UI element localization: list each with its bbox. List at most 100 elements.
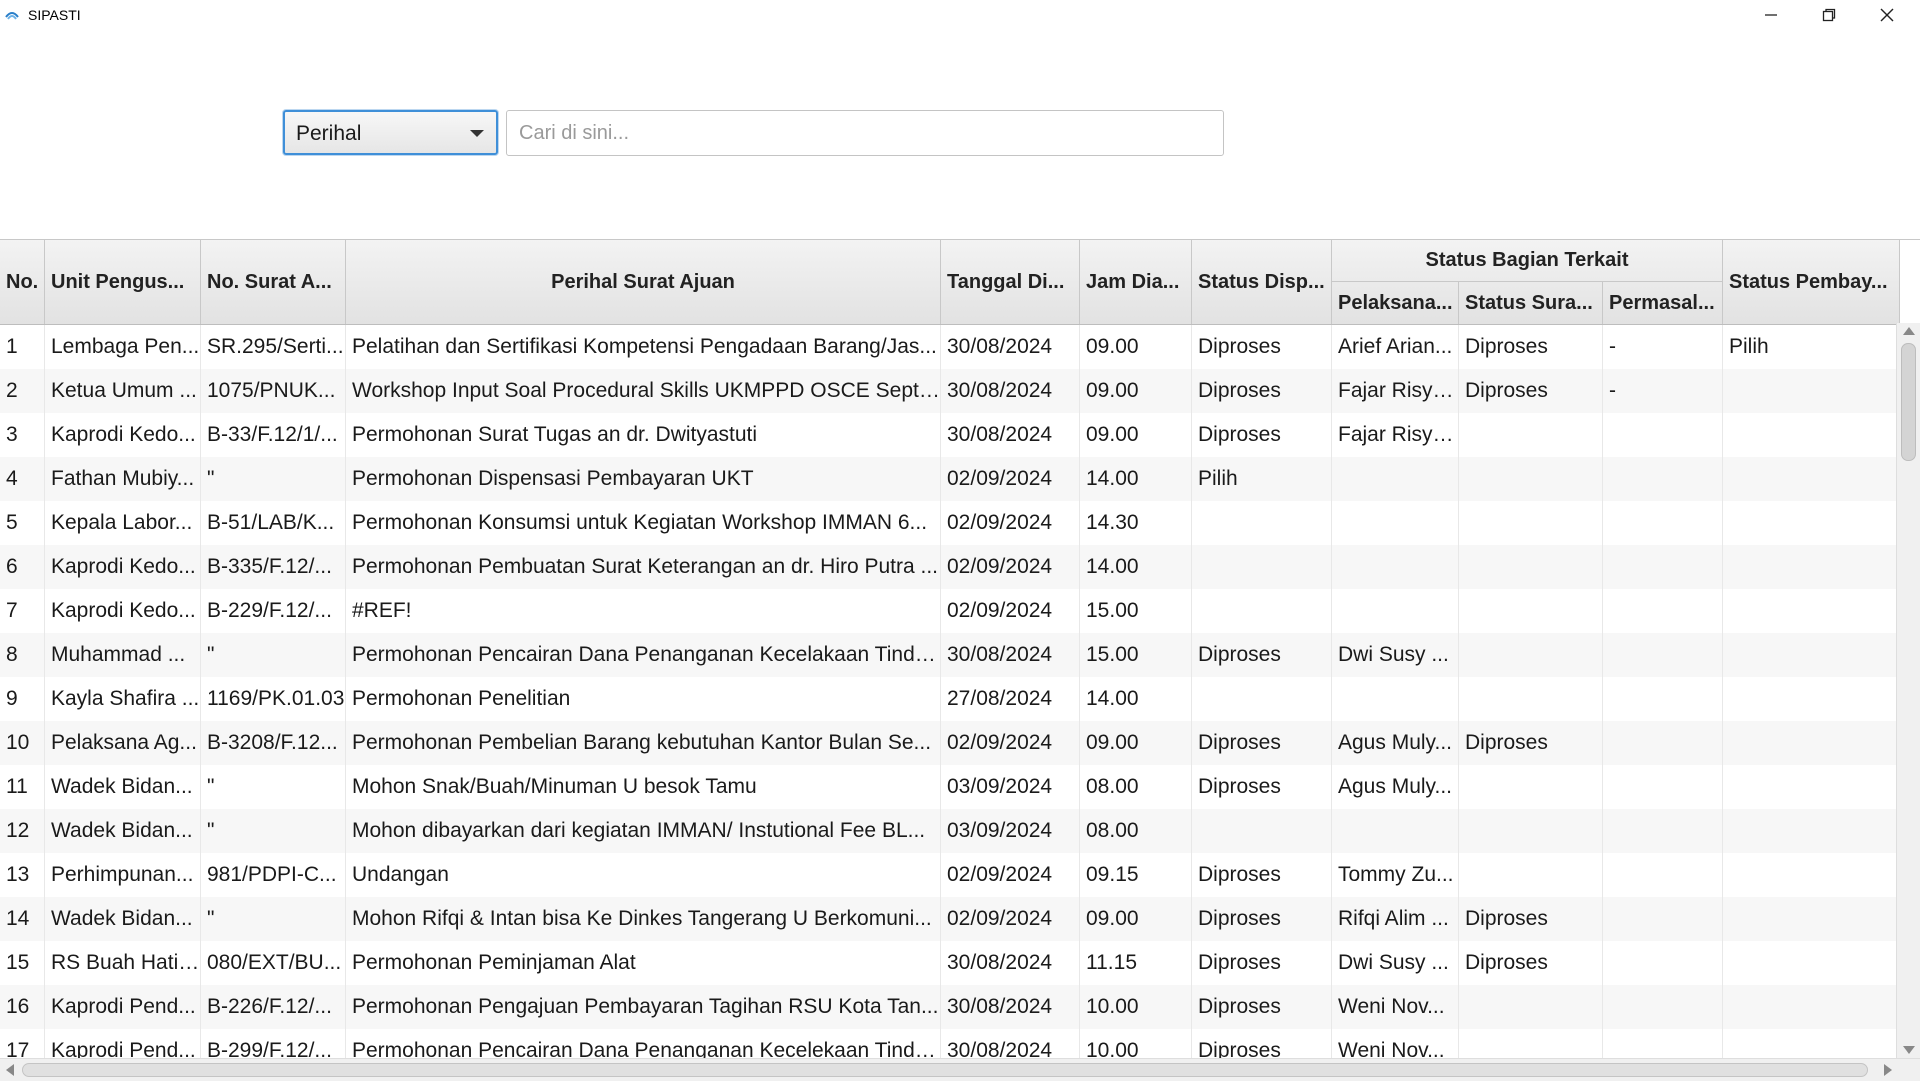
cell-pelaksana[interactable]: Tommy Zu... <box>1332 853 1459 897</box>
cell-pelaksana[interactable] <box>1332 589 1459 633</box>
cell-permasalahan[interactable] <box>1603 985 1723 1029</box>
cell-no-surat[interactable]: 981/PDPI-C... <box>201 853 346 897</box>
cell-pelaksana[interactable]: Dwi Susy ... <box>1332 633 1459 677</box>
cell-perihal[interactable]: Permohonan Peminjaman Alat <box>346 941 941 985</box>
table-row[interactable]: 8 Muhammad ... " Permohonan Pencairan Dana … <box>0 633 1900 678</box>
cell-no[interactable]: 11 <box>0 765 45 809</box>
horizontal-scroll-thumb[interactable] <box>22 1063 1868 1077</box>
cell-status-pembayaran[interactable] <box>1723 545 1900 589</box>
cell-status-pembayaran[interactable] <box>1723 941 1900 985</box>
cell-permasalahan[interactable] <box>1603 677 1723 721</box>
cell-no[interactable]: 7 <box>0 589 45 633</box>
cell-perihal[interactable]: Undangan <box>346 853 941 897</box>
cell-jam[interactable]: 15.00 <box>1080 633 1192 677</box>
cell-perihal[interactable]: Mohon Rifqi & Intan bisa Ke Dinkes Tange… <box>346 897 941 941</box>
cell-status-disp[interactable]: Diproses <box>1192 897 1332 941</box>
cell-no-surat[interactable]: 080/EXT/BU... <box>201 941 346 985</box>
cell-permasalahan[interactable]: - <box>1603 369 1723 413</box>
col-header-status-pembayaran[interactable]: Status Pembay... <box>1723 240 1900 324</box>
cell-unit[interactable]: Muhammad ... <box>45 633 201 677</box>
search-input[interactable] <box>506 110 1224 156</box>
cell-no[interactable]: 3 <box>0 413 45 457</box>
cell-unit[interactable]: Kepala Labor... <box>45 501 201 545</box>
cell-pelaksana[interactable] <box>1332 809 1459 853</box>
cell-perihal[interactable]: Mohon dibayarkan dari kegiatan IMMAN/ In… <box>346 809 941 853</box>
cell-status-surat[interactable] <box>1459 589 1603 633</box>
cell-status-surat[interactable] <box>1459 501 1603 545</box>
cell-pelaksana[interactable]: Arief Arian... <box>1332 325 1459 369</box>
cell-status-surat[interactable] <box>1459 765 1603 809</box>
cell-no-surat[interactable]: B-335/F.12/... <box>201 545 346 589</box>
cell-status-pembayaran[interactable] <box>1723 369 1900 413</box>
cell-pelaksana[interactable]: Rifqi Alim ... <box>1332 897 1459 941</box>
cell-status-pembayaran[interactable] <box>1723 413 1900 457</box>
cell-status-pembayaran[interactable] <box>1723 985 1900 1029</box>
table-row[interactable]: 13 Perhimpunan... 981/PDPI-C... Undangan 02/… <box>0 853 1900 898</box>
cell-tanggal[interactable]: 02/09/2024 <box>941 501 1080 545</box>
cell-no-surat[interactable]: B-33/F.12/1/... <box>201 413 346 457</box>
table-row[interactable]: 3 Kaprodi Kedo... B-33/F.12/1/... Permohona… <box>0 413 1900 458</box>
cell-tanggal[interactable]: 02/09/2024 <box>941 457 1080 501</box>
col-header-unit[interactable]: Unit Pengus... <box>45 240 201 324</box>
cell-jam[interactable]: 14.00 <box>1080 545 1192 589</box>
cell-permasalahan[interactable] <box>1603 897 1723 941</box>
scroll-right-icon[interactable] <box>1884 1064 1892 1076</box>
cell-pelaksana[interactable]: Dwi Susy ... <box>1332 941 1459 985</box>
cell-no[interactable]: 1 <box>0 325 45 369</box>
cell-permasalahan[interactable] <box>1603 589 1723 633</box>
cell-pelaksana[interactable]: Fajar Risya... <box>1332 369 1459 413</box>
cell-unit[interactable]: Kaprodi Kedo... <box>45 589 201 633</box>
table-row[interactable]: 16 Kaprodi Pend... B-226/F.12/... Permohona… <box>0 985 1900 1030</box>
cell-no[interactable]: 10 <box>0 721 45 765</box>
cell-tanggal[interactable]: 03/09/2024 <box>941 765 1080 809</box>
cell-status-disp[interactable] <box>1192 589 1332 633</box>
cell-no-surat[interactable]: 1169/PK.01.03 <box>201 677 346 721</box>
cell-perihal[interactable]: Permohonan Surat Tugas an dr. Dwityastut… <box>346 413 941 457</box>
cell-permasalahan[interactable] <box>1603 545 1723 589</box>
cell-status-disp[interactable]: Diproses <box>1192 413 1332 457</box>
cell-no[interactable]: 5 <box>0 501 45 545</box>
cell-status-surat[interactable] <box>1459 633 1603 677</box>
cell-unit[interactable]: Wadek Bidan... <box>45 897 201 941</box>
cell-perihal[interactable]: Mohon Snak/Buah/Minuman U besok Tamu <box>346 765 941 809</box>
cell-unit[interactable]: Kaprodi Kedo... <box>45 545 201 589</box>
cell-no[interactable]: 13 <box>0 853 45 897</box>
cell-no-surat[interactable]: 1075/PNUK... <box>201 369 346 413</box>
cell-status-surat[interactable] <box>1459 809 1603 853</box>
cell-status-surat[interactable] <box>1459 985 1603 1029</box>
cell-unit[interactable]: RS Buah Hati ... <box>45 941 201 985</box>
cell-jam[interactable]: 10.00 <box>1080 985 1192 1029</box>
cell-tanggal[interactable]: 30/08/2024 <box>941 941 1080 985</box>
cell-perihal[interactable]: Permohonan Dispensasi Pembayaran UKT <box>346 457 941 501</box>
cell-jam[interactable]: 14.00 <box>1080 677 1192 721</box>
cell-status-pembayaran[interactable] <box>1723 897 1900 941</box>
cell-status-surat[interactable] <box>1459 545 1603 589</box>
cell-status-surat[interactable]: Diproses <box>1459 369 1603 413</box>
cell-jam[interactable]: 14.30 <box>1080 501 1192 545</box>
cell-permasalahan[interactable]: - <box>1603 325 1723 369</box>
cell-status-pembayaran[interactable] <box>1723 677 1900 721</box>
cell-status-surat[interactable] <box>1459 457 1603 501</box>
cell-permasalahan[interactable] <box>1603 721 1723 765</box>
table-row[interactable]: 14 Wadek Bidan... " Mohon Rifqi & Intan bis… <box>0 897 1900 942</box>
cell-perihal[interactable]: Permohonan Pembelian Barang kebutuhan Ka… <box>346 721 941 765</box>
cell-perihal[interactable]: Permohonan Pengajuan Pembayaran Tagihan … <box>346 985 941 1029</box>
restore-button[interactable] <box>1800 0 1858 30</box>
cell-pelaksana[interactable]: Agus Muly... <box>1332 721 1459 765</box>
cell-jam[interactable]: 09.00 <box>1080 897 1192 941</box>
cell-perihal[interactable]: Permohonan Konsumsi untuk Kegiatan Works… <box>346 501 941 545</box>
cell-status-surat[interactable] <box>1459 677 1603 721</box>
cell-jam[interactable]: 09.15 <box>1080 853 1192 897</box>
cell-status-surat[interactable]: Diproses <box>1459 721 1603 765</box>
cell-no-surat[interactable]: B-3208/F.12... <box>201 721 346 765</box>
table-row[interactable]: 4 Fathan Mubiy... " Permohonan Dispensasi P… <box>0 457 1900 502</box>
cell-permasalahan[interactable] <box>1603 501 1723 545</box>
vertical-scroll-thumb[interactable] <box>1901 343 1916 461</box>
cell-status-pembayaran[interactable]: Pilih <box>1723 325 1900 369</box>
cell-jam[interactable]: 09.00 <box>1080 721 1192 765</box>
cell-unit[interactable]: Kaprodi Pend... <box>45 985 201 1029</box>
close-button[interactable] <box>1858 0 1916 30</box>
cell-status-pembayaran[interactable] <box>1723 589 1900 633</box>
cell-unit[interactable]: Wadek Bidan... <box>45 809 201 853</box>
cell-perihal[interactable]: Permohonan Pembuatan Surat Keterangan an… <box>346 545 941 589</box>
